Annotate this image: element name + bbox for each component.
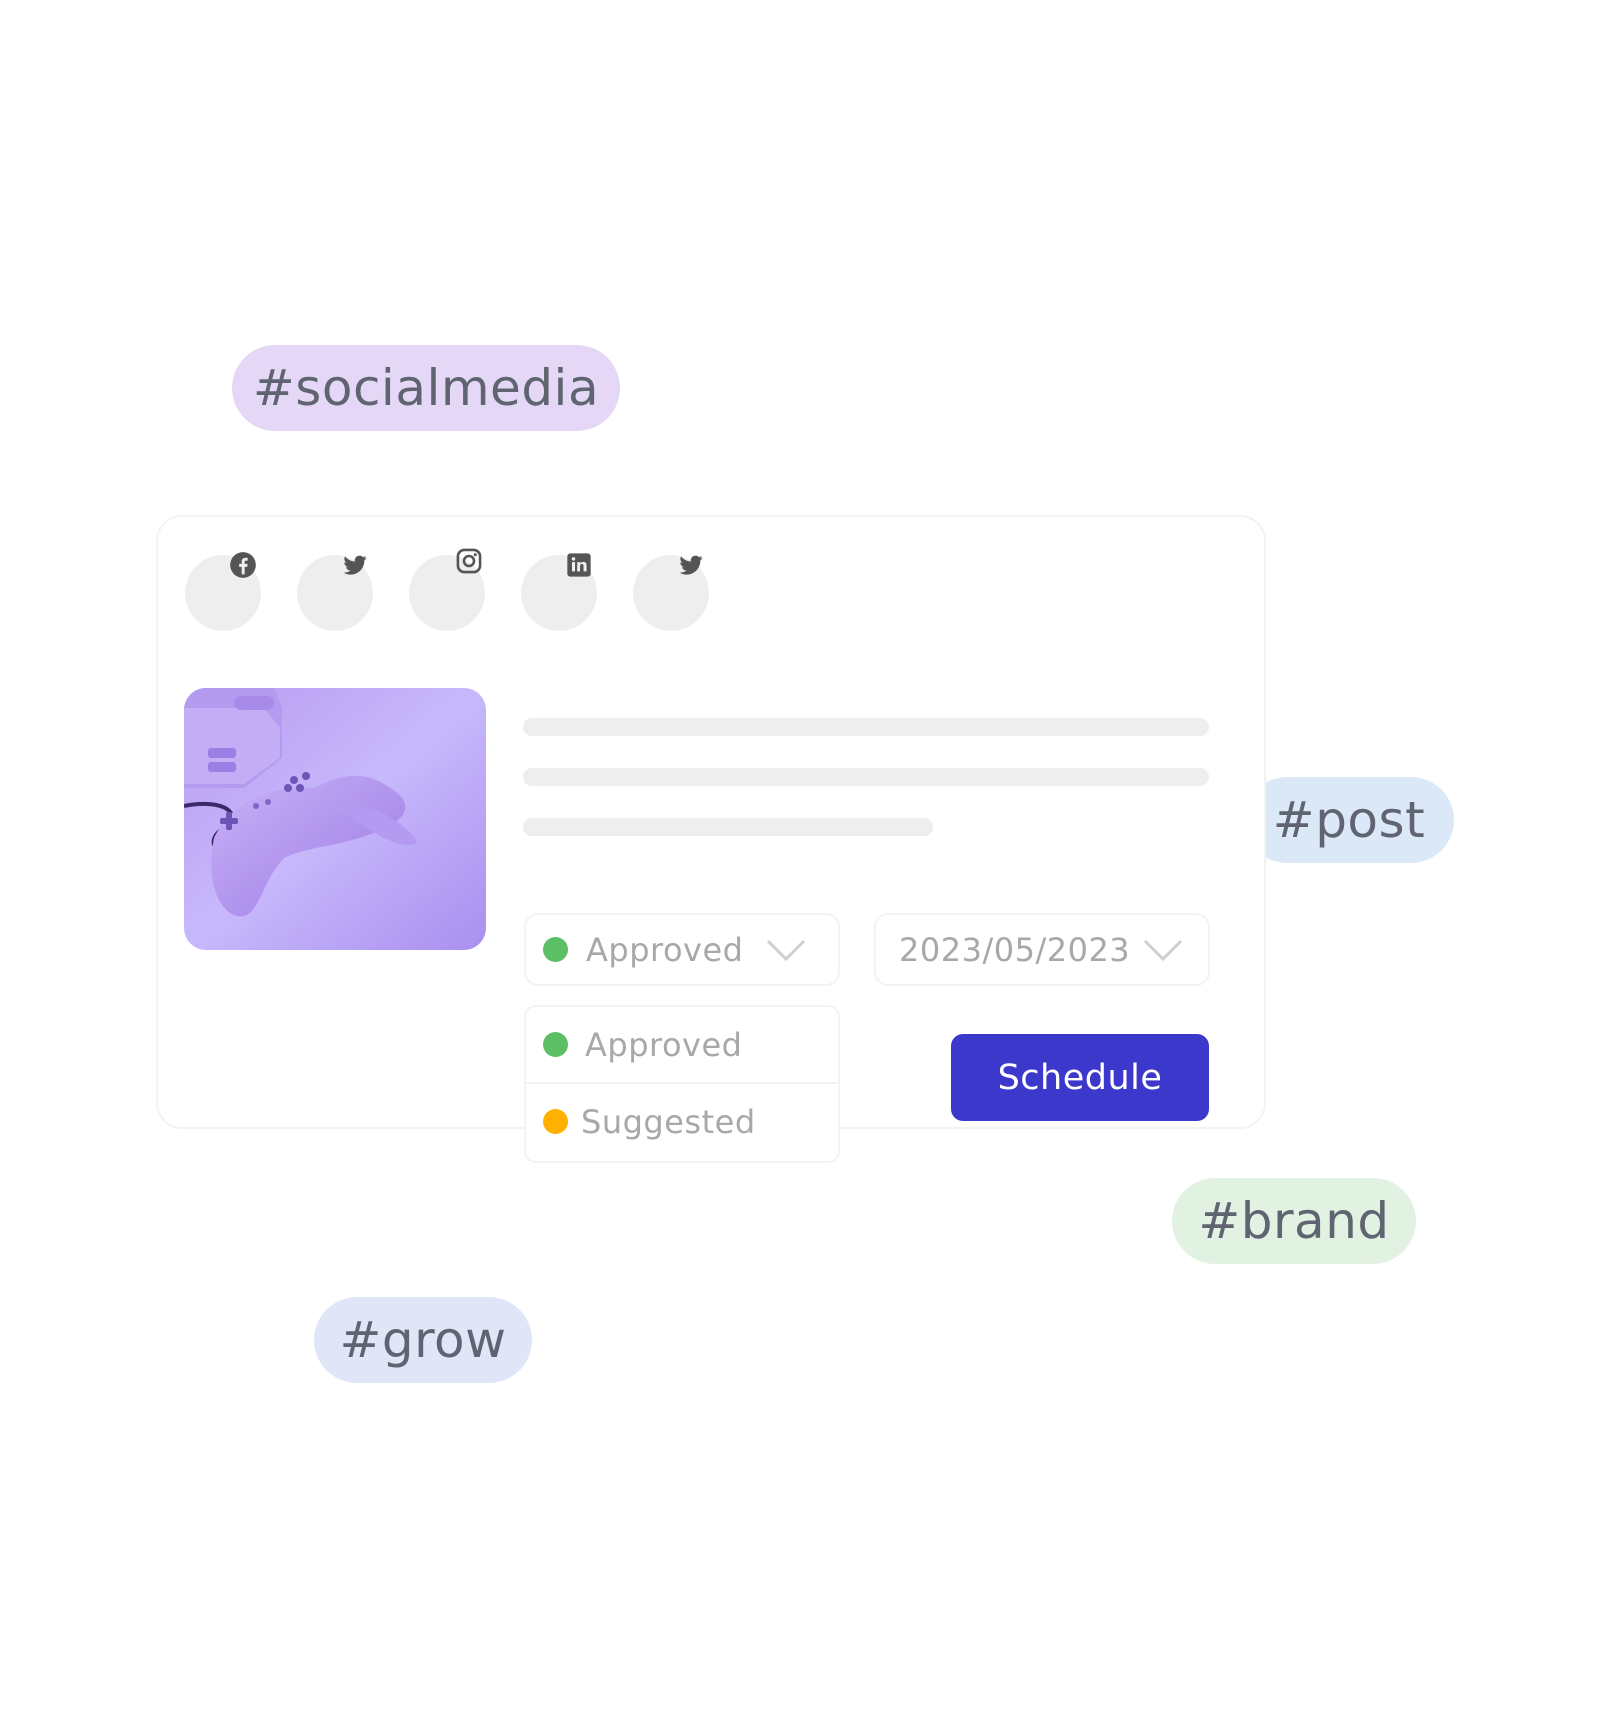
status-option-suggested[interactable]: Suggested [526,1084,838,1159]
suggested-dot [543,1109,568,1134]
date-select[interactable]: 2023/05/2023 [874,913,1210,986]
facebook-icon [229,551,257,579]
twitter-icon [341,551,369,579]
hashtag-socialmedia: #socialmedia [232,345,620,431]
hashtag-post: #post [1244,777,1454,863]
status-option-label: Suggested [581,1102,756,1141]
chevron-down-icon [766,939,806,962]
status-select-value: Approved [586,930,744,969]
post-image [184,688,486,950]
instagram-icon [455,547,483,575]
caption-placeholder-line [523,768,1209,786]
hashtag-brand: #brand [1172,1178,1416,1264]
linkedin-icon [565,551,593,579]
chevron-down-icon [1143,939,1183,962]
status-option-approved[interactable]: Approved [526,1007,838,1082]
approved-dot [543,1032,568,1057]
status-select[interactable]: Approved [524,913,840,986]
status-dropdown-menu: Approved Suggested [524,1005,840,1163]
status-option-label: Approved [585,1025,743,1064]
status-dot [543,937,568,962]
twitter-icon [677,551,705,579]
caption-placeholder-line [523,818,933,836]
hashtag-grow: #grow [314,1297,532,1383]
caption-placeholder-line [523,718,1209,736]
schedule-button[interactable]: Schedule [951,1034,1209,1121]
date-select-value: 2023/05/2023 [899,930,1131,969]
